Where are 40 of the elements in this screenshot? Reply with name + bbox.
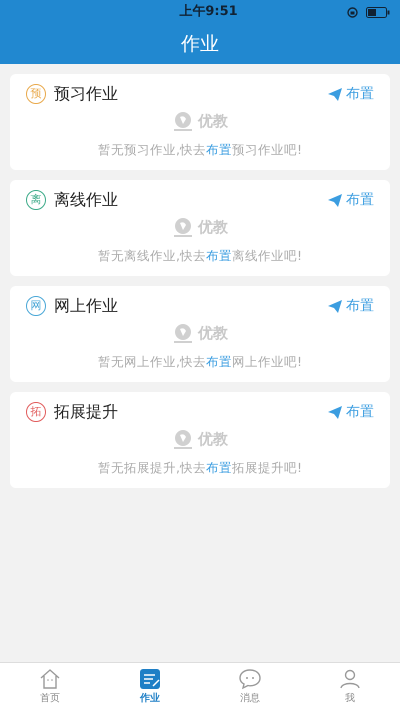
empty-message: 暂无拓展提升,快去布置拓展提升吧!	[97, 458, 303, 476]
assign-link[interactable]: 布置	[206, 248, 232, 262]
assign-button[interactable]: 布置	[328, 190, 374, 210]
section-title: 拓展提升	[54, 401, 118, 423]
paper-plane-icon	[328, 88, 342, 100]
tab-bar-item[interactable]: 我	[300, 663, 400, 710]
paper-plane-icon	[328, 300, 342, 312]
rotation-lock-icon	[347, 6, 358, 18]
assign-link[interactable]: 布置	[206, 460, 232, 474]
paper-plane-icon	[328, 406, 342, 418]
battery-icon	[366, 6, 390, 18]
home-icon	[38, 667, 62, 691]
logo-icon	[172, 428, 194, 450]
category-badge: 预	[26, 84, 46, 104]
page-title: 作业	[181, 32, 219, 57]
assign-button[interactable]: 布置	[328, 84, 374, 104]
assign-link[interactable]: 布置	[206, 142, 232, 156]
empty-message: 暂无预习作业,快去布置预习作业吧!	[97, 140, 303, 158]
section-title: 预习作业	[54, 83, 118, 105]
logo-icon	[172, 110, 194, 132]
assign-link[interactable]: 布置	[206, 354, 232, 368]
category-badge: 拓	[26, 402, 46, 422]
person-icon	[338, 667, 362, 691]
section-title: 离线作业	[54, 189, 118, 211]
logo-icon	[172, 322, 194, 344]
status-time: 上午9:51	[179, 3, 238, 22]
tab-bar-item[interactable]: 首页	[0, 663, 100, 710]
empty-message: 暂无网上作业,快去布置网上作业吧!	[97, 352, 303, 370]
paper-plane-icon	[328, 194, 342, 206]
category-badge: 离	[26, 190, 46, 210]
category-badge: 网	[26, 296, 46, 316]
list-edit-icon	[138, 667, 162, 691]
tab-bar-item[interactable]: 消息	[200, 663, 300, 710]
logo-icon	[172, 216, 194, 238]
section-title: 网上作业	[54, 295, 118, 317]
assign-button[interactable]: 布置	[328, 296, 374, 316]
chat-bubble-icon	[238, 667, 262, 691]
assign-button[interactable]: 布置	[328, 402, 374, 422]
tab-bar-item[interactable]: 作业	[100, 663, 200, 710]
empty-message: 暂无离线作业,快去布置离线作业吧!	[97, 246, 303, 264]
